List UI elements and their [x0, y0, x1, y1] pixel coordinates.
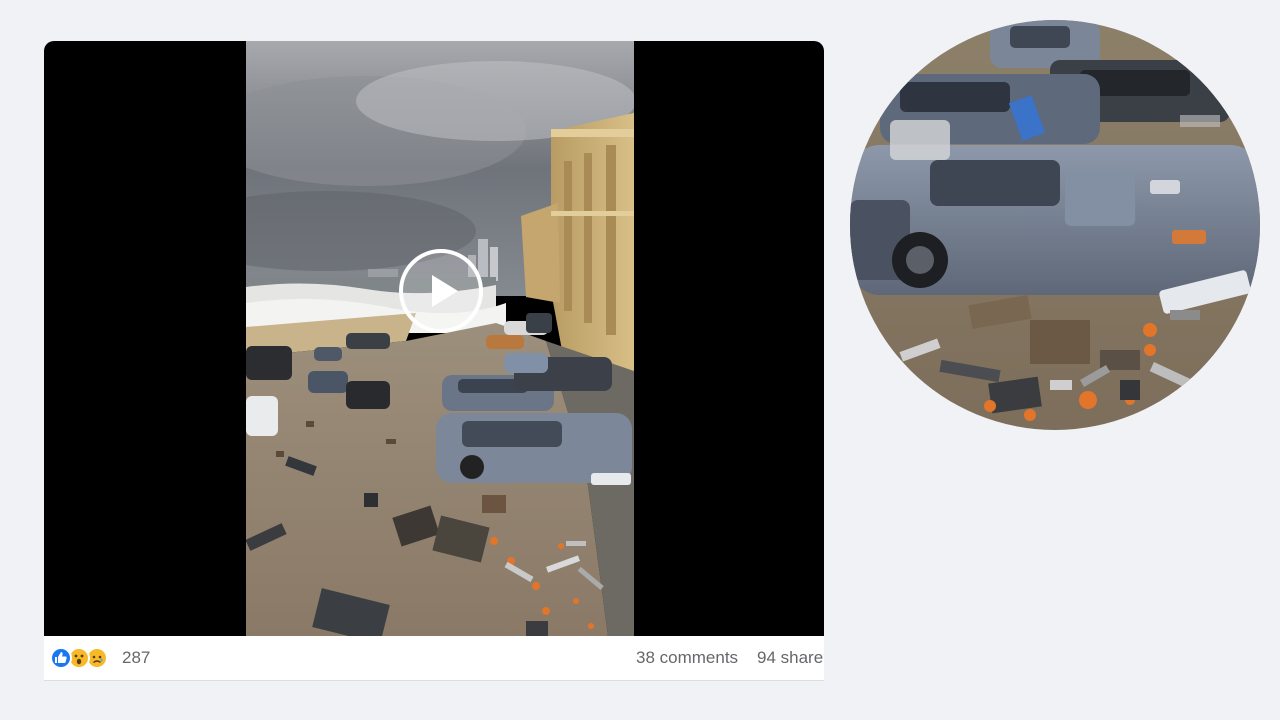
- like-icon: [50, 647, 72, 669]
- play-button[interactable]: [399, 249, 483, 333]
- post-engagement-bar: 287 38 comments 94 share: [44, 636, 824, 681]
- zoomed-detail-crop: [850, 20, 1260, 430]
- comments-count-link[interactable]: 38 comments: [636, 648, 738, 668]
- reaction-count[interactable]: 287: [122, 648, 150, 668]
- shares-count-link[interactable]: 94 share: [757, 648, 823, 668]
- video-frame-flooded-street: [246, 41, 634, 636]
- video-player[interactable]: [44, 41, 824, 636]
- video-post-card: 287 38 comments 94 share: [44, 41, 824, 681]
- play-icon: [432, 275, 458, 307]
